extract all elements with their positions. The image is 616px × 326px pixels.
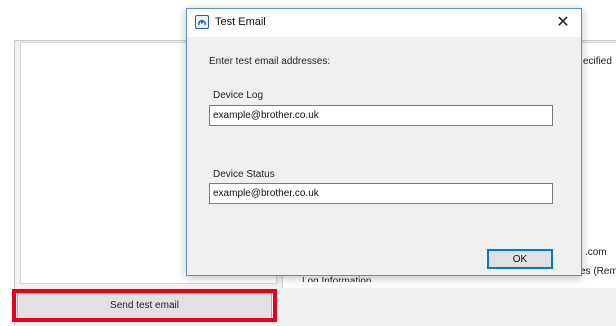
ok-button[interactable]: OK [487,249,553,269]
device-log-input[interactable] [209,105,553,126]
device-status-input[interactable] [209,183,553,204]
bg-text-com: .com [585,247,607,258]
app-icon [195,15,209,29]
device-log-label: Device Log [213,90,264,101]
highlight-box [12,289,277,322]
dialog-titlebar: Test Email ✕ [187,9,581,37]
dialog-prompt: Enter test email addresses: [209,56,331,67]
device-status-label: Device Status [213,169,275,180]
bg-text-log-information: Log Information [302,276,372,282]
test-email-dialog: Test Email ✕ Enter test email addresses:… [186,8,582,276]
dialog-title: Test Email [215,16,266,28]
bg-text-specified: ecified [583,56,612,67]
close-icon[interactable]: ✕ [549,11,577,35]
bg-text-rem: es (Rem [580,266,616,277]
